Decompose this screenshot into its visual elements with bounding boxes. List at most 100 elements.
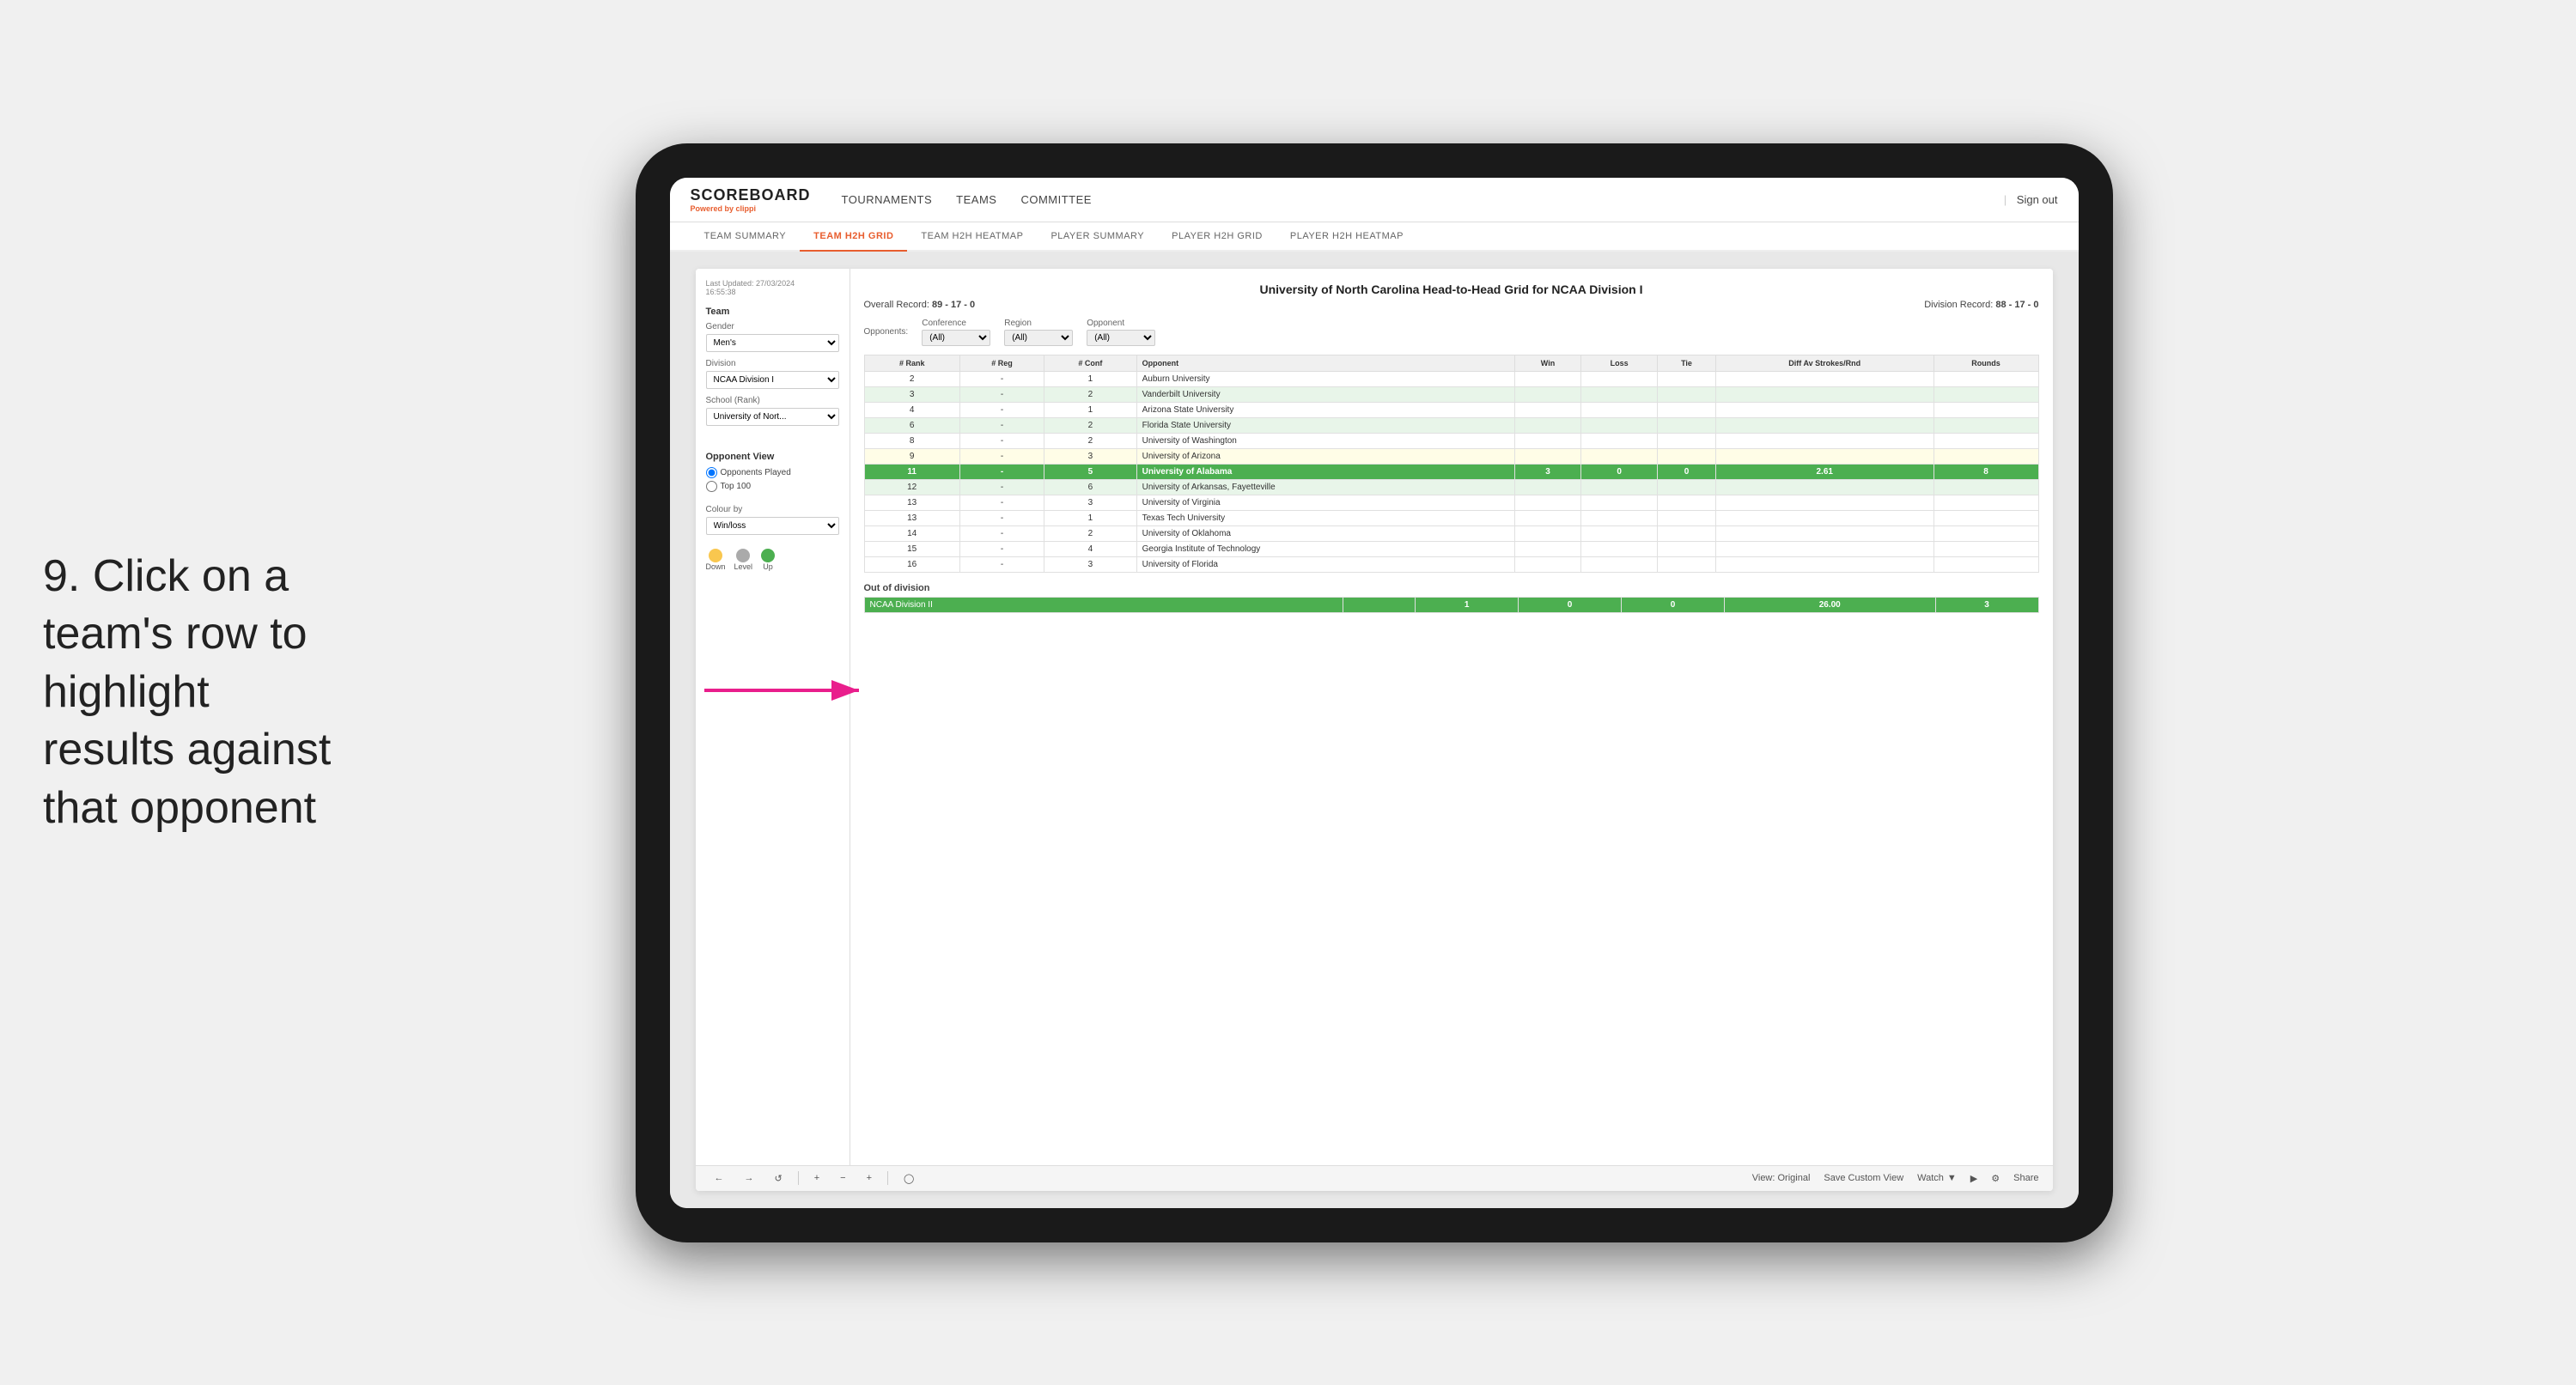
clock-btn[interactable]: ◯ bbox=[898, 1171, 919, 1186]
cell-tie bbox=[1658, 541, 1716, 556]
colour-by-select[interactable]: Win/loss bbox=[706, 517, 839, 535]
cell-diff bbox=[1715, 448, 1934, 464]
sub-nav-player-h2h-grid[interactable]: PLAYER H2H GRID bbox=[1158, 222, 1276, 252]
ood-tie: 0 bbox=[1622, 597, 1725, 612]
col-tie: Tie bbox=[1658, 355, 1716, 371]
data-table: # Rank # Reg # Conf Opponent Win Loss Ti… bbox=[864, 355, 2039, 573]
redo-btn[interactable]: → bbox=[740, 1171, 759, 1185]
filter-conference-select[interactable]: (All) bbox=[922, 330, 990, 346]
logo-text: SCOREBOARD bbox=[691, 186, 811, 204]
ood-loss: 0 bbox=[1519, 597, 1622, 612]
cell-win bbox=[1514, 386, 1580, 402]
cell-tie bbox=[1658, 402, 1716, 417]
presentation-btn[interactable]: ▶ bbox=[1970, 1173, 1977, 1184]
radio-opponents-played[interactable]: Opponents Played bbox=[706, 467, 839, 478]
filter-opponent-select[interactable]: (All) bbox=[1087, 330, 1155, 346]
division-select[interactable]: NCAA Division I bbox=[706, 371, 839, 389]
cell-loss bbox=[1581, 510, 1658, 525]
cell-reg: - bbox=[959, 495, 1044, 510]
sub-nav: TEAM SUMMARY TEAM H2H GRID TEAM H2H HEAT… bbox=[670, 222, 2079, 252]
cell-opponent: Texas Tech University bbox=[1136, 510, 1514, 525]
sub-nav-team-h2h-heatmap[interactable]: TEAM H2H HEATMAP bbox=[907, 222, 1037, 252]
undo-btn[interactable]: ← bbox=[709, 1171, 729, 1185]
cell-rank: 8 bbox=[864, 433, 959, 448]
sub-nav-team-summary[interactable]: TEAM SUMMARY bbox=[691, 222, 801, 252]
table-row[interactable]: 14-2University of Oklahoma bbox=[864, 525, 2038, 541]
table-row[interactable]: 12-6University of Arkansas, Fayetteville bbox=[864, 479, 2038, 495]
school-select[interactable]: University of Nort... bbox=[706, 408, 839, 426]
nav-tournaments[interactable]: TOURNAMENTS bbox=[842, 193, 933, 206]
sign-in-separator: | bbox=[2004, 193, 2007, 206]
cell-opponent: Auburn University bbox=[1136, 371, 1514, 386]
cell-opponent: Florida State University bbox=[1136, 417, 1514, 433]
toolbar-sep-1 bbox=[798, 1171, 799, 1185]
view-original-btn[interactable]: View: Original bbox=[1752, 1173, 1811, 1183]
sign-out-link[interactable]: Sign out bbox=[2017, 193, 2058, 206]
division-label: Division bbox=[706, 359, 839, 368]
cell-reg: - bbox=[959, 417, 1044, 433]
cell-rank: 2 bbox=[864, 371, 959, 386]
cell-diff bbox=[1715, 386, 1934, 402]
grid-area: University of North Carolina Head-to-Hea… bbox=[850, 269, 2053, 1165]
cell-rounds bbox=[1934, 386, 2038, 402]
cell-opponent: University of Florida bbox=[1136, 556, 1514, 572]
radio-group: Opponents Played Top 100 bbox=[706, 467, 839, 492]
cell-rank: 12 bbox=[864, 479, 959, 495]
col-win: Win bbox=[1514, 355, 1580, 371]
cell-reg: - bbox=[959, 464, 1044, 479]
nav-teams[interactable]: TEAMS bbox=[956, 193, 996, 206]
cell-loss bbox=[1581, 402, 1658, 417]
instruction-text: 9. Click on a team's row to highlight re… bbox=[43, 548, 335, 838]
cell-diff bbox=[1715, 556, 1934, 572]
share-btn[interactable]: Share bbox=[2013, 1173, 2038, 1183]
opponents-label: Opponents: bbox=[864, 327, 909, 337]
settings-btn[interactable]: ⚙ bbox=[1991, 1173, 2000, 1184]
table-row[interactable]: 6-2Florida State University bbox=[864, 417, 2038, 433]
col-reg: # Reg bbox=[959, 355, 1044, 371]
sub-nav-team-h2h-grid[interactable]: TEAM H2H GRID bbox=[800, 222, 907, 252]
sub-nav-player-summary[interactable]: PLAYER SUMMARY bbox=[1037, 222, 1158, 252]
table-row[interactable]: 16-3University of Florida bbox=[864, 556, 2038, 572]
zoom-out-btn[interactable]: − bbox=[835, 1171, 850, 1185]
cell-conf: 2 bbox=[1044, 386, 1136, 402]
out-of-division-row[interactable]: NCAA Division II 1 0 0 26.00 3 bbox=[864, 597, 2038, 612]
colour-by-label: Colour by bbox=[706, 505, 839, 514]
division-record: Division Record: 88 - 17 - 0 bbox=[1924, 300, 2038, 310]
cell-diff bbox=[1715, 371, 1934, 386]
cell-conf: 2 bbox=[1044, 433, 1136, 448]
radio-top-100[interactable]: Top 100 bbox=[706, 481, 839, 492]
cell-tie bbox=[1658, 417, 1716, 433]
cell-rounds bbox=[1934, 371, 2038, 386]
back-btn[interactable]: ↺ bbox=[770, 1171, 788, 1186]
cell-diff bbox=[1715, 433, 1934, 448]
overall-record: Overall Record: 89 - 17 - 0 bbox=[864, 300, 976, 310]
table-row[interactable]: 13-3University of Virginia bbox=[864, 495, 2038, 510]
filter-region-select[interactable]: (All) bbox=[1004, 330, 1073, 346]
table-row[interactable]: 8-2University of Washington bbox=[864, 433, 2038, 448]
cell-win bbox=[1514, 525, 1580, 541]
zoom-in-btn[interactable]: + bbox=[809, 1171, 825, 1185]
app-header: SCOREBOARD Powered by clippi TOURNAMENTS… bbox=[670, 178, 2079, 222]
table-row[interactable]: 4-1Arizona State University bbox=[864, 402, 2038, 417]
table-row[interactable]: 15-4Georgia Institute of Technology bbox=[864, 541, 2038, 556]
cell-rank: 4 bbox=[864, 402, 959, 417]
watch-btn[interactable]: Watch ▼ bbox=[1917, 1173, 1957, 1183]
save-custom-view-btn[interactable]: Save Custom View bbox=[1824, 1173, 1903, 1183]
tablet-device: SCOREBOARD Powered by clippi TOURNAMENTS… bbox=[636, 143, 2113, 1242]
cell-diff bbox=[1715, 417, 1934, 433]
table-row[interactable]: 9-3University of Arizona bbox=[864, 448, 2038, 464]
gender-select[interactable]: Men's bbox=[706, 334, 839, 352]
cell-tie bbox=[1658, 525, 1716, 541]
table-row[interactable]: 2-1Auburn University bbox=[864, 371, 2038, 386]
toolbar-sep-2 bbox=[887, 1171, 888, 1185]
cell-tie bbox=[1658, 371, 1716, 386]
table-row[interactable]: 13-1Texas Tech University bbox=[864, 510, 2038, 525]
school-label: School (Rank) bbox=[706, 396, 839, 405]
table-row[interactable]: 3-2Vanderbilt University bbox=[864, 386, 2038, 402]
table-row[interactable]: 11-5University of Alabama3002.618 bbox=[864, 464, 2038, 479]
nav-committee[interactable]: COMMITTEE bbox=[1020, 193, 1092, 206]
add-btn[interactable]: + bbox=[862, 1171, 877, 1185]
cell-rank: 9 bbox=[864, 448, 959, 464]
cell-conf: 6 bbox=[1044, 479, 1136, 495]
sub-nav-player-h2h-heatmap[interactable]: PLAYER H2H HEATMAP bbox=[1276, 222, 1417, 252]
